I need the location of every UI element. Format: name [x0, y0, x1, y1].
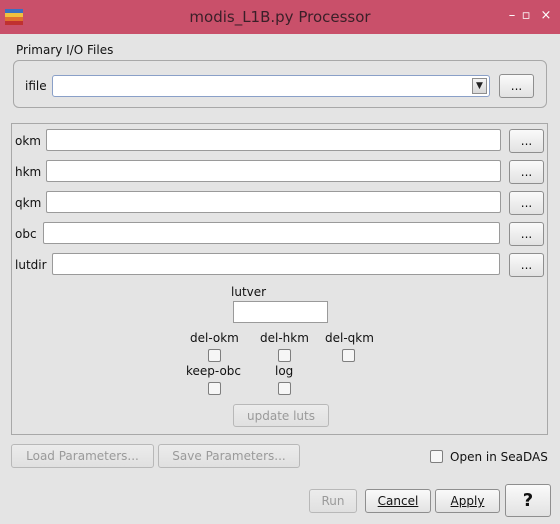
save-parameters-button[interactable]: Save Parameters... [158, 444, 300, 468]
log-checkbox[interactable] [278, 382, 291, 395]
keep-obc-checkbox[interactable] [208, 382, 221, 395]
okm-input[interactable] [46, 129, 501, 151]
cancel-button[interactable]: Cancel [365, 489, 431, 513]
title-bar: modis_L1B.py Processor – ▫ × [0, 0, 560, 34]
okm-browse-button[interactable]: ... [509, 129, 544, 153]
open-in-seadas-checkbox[interactable] [430, 450, 443, 463]
run-button[interactable]: Run [309, 489, 357, 513]
chevron-down-icon[interactable]: ▼ [472, 78, 487, 94]
keep-obc-label: keep-obc [186, 364, 242, 378]
okm-label: okm [15, 134, 41, 148]
qkm-label: qkm [15, 196, 42, 210]
lutver-input[interactable] [233, 301, 328, 323]
primary-io-label: Primary I/O Files [16, 43, 114, 57]
primary-io-group: ifile ▼ ... [13, 60, 547, 108]
options-group: okm ... hkm ... qkm ... obc ... lutdir .… [11, 123, 548, 435]
qkm-input[interactable] [46, 191, 501, 213]
lutdir-input[interactable] [52, 253, 500, 275]
update-luts-button[interactable]: update luts [233, 404, 329, 427]
obc-input[interactable] [43, 222, 500, 244]
ifile-browse-button[interactable]: ... [499, 74, 534, 98]
hkm-input[interactable] [46, 160, 501, 182]
qkm-browse-button[interactable]: ... [509, 191, 544, 215]
open-in-seadas-label: Open in SeaDAS [450, 450, 548, 464]
ifile-label: ifile [25, 79, 47, 93]
maximize-icon[interactable]: ▫ [519, 8, 533, 24]
load-parameters-button[interactable]: Load Parameters... [11, 444, 154, 468]
help-button[interactable]: ? [505, 484, 551, 517]
obc-browse-button[interactable]: ... [509, 222, 544, 246]
del-okm-checkbox[interactable] [208, 349, 221, 362]
hkm-browse-button[interactable]: ... [509, 160, 544, 184]
del-okm-label: del-okm [190, 331, 239, 345]
close-icon[interactable]: × [539, 8, 553, 24]
del-hkm-checkbox[interactable] [278, 349, 291, 362]
ifile-combo[interactable]: ▼ [52, 75, 490, 97]
minimize-icon[interactable]: – [505, 8, 519, 24]
lutver-label: lutver [231, 285, 267, 299]
lutdir-label: lutdir [15, 258, 47, 272]
hkm-label: hkm [15, 165, 42, 179]
window-title: modis_L1B.py Processor [189, 8, 371, 26]
del-hkm-label: del-hkm [260, 331, 309, 345]
obc-label: obc [15, 227, 37, 241]
del-qkm-label: del-qkm [325, 331, 374, 345]
log-label: log [275, 364, 294, 378]
del-qkm-checkbox[interactable] [342, 349, 355, 362]
lutdir-browse-button[interactable]: ... [509, 253, 544, 277]
apply-button[interactable]: Apply [435, 489, 500, 513]
